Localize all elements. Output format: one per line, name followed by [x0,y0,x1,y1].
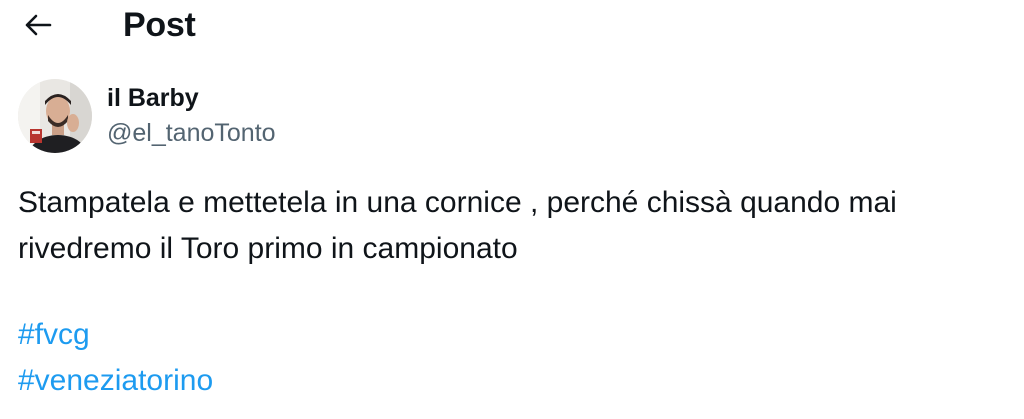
post-author: il Barby @el_tanoTonto [18,78,276,154]
author-names: il Barby @el_tanoTonto [107,82,276,150]
post-text: Stampatela e mettetela in una cornice , … [18,180,1008,272]
post-hashtags: #fvcg #veneziatorino [18,312,213,404]
arrow-left-icon [25,14,52,36]
page-title: Post [123,6,196,44]
hashtag-link[interactable]: #fvcg [18,312,213,358]
post-header: Post [0,0,1024,52]
post-page: Post il Barby @el_tanoTonto Stampatela e… [0,0,1024,419]
avatar[interactable] [18,79,92,153]
author-display-name[interactable]: il Barby [107,82,276,114]
back-button[interactable] [18,7,58,43]
post-text-line: Stampatela e mettetela in una cornice , … [18,186,897,219]
hashtag-link[interactable]: #veneziatorino [18,358,213,404]
post-text-line: rivedremo il Toro primo in campionato [18,232,518,265]
user-photo-icon [18,79,92,153]
author-handle[interactable]: @el_tanoTonto [107,116,276,150]
